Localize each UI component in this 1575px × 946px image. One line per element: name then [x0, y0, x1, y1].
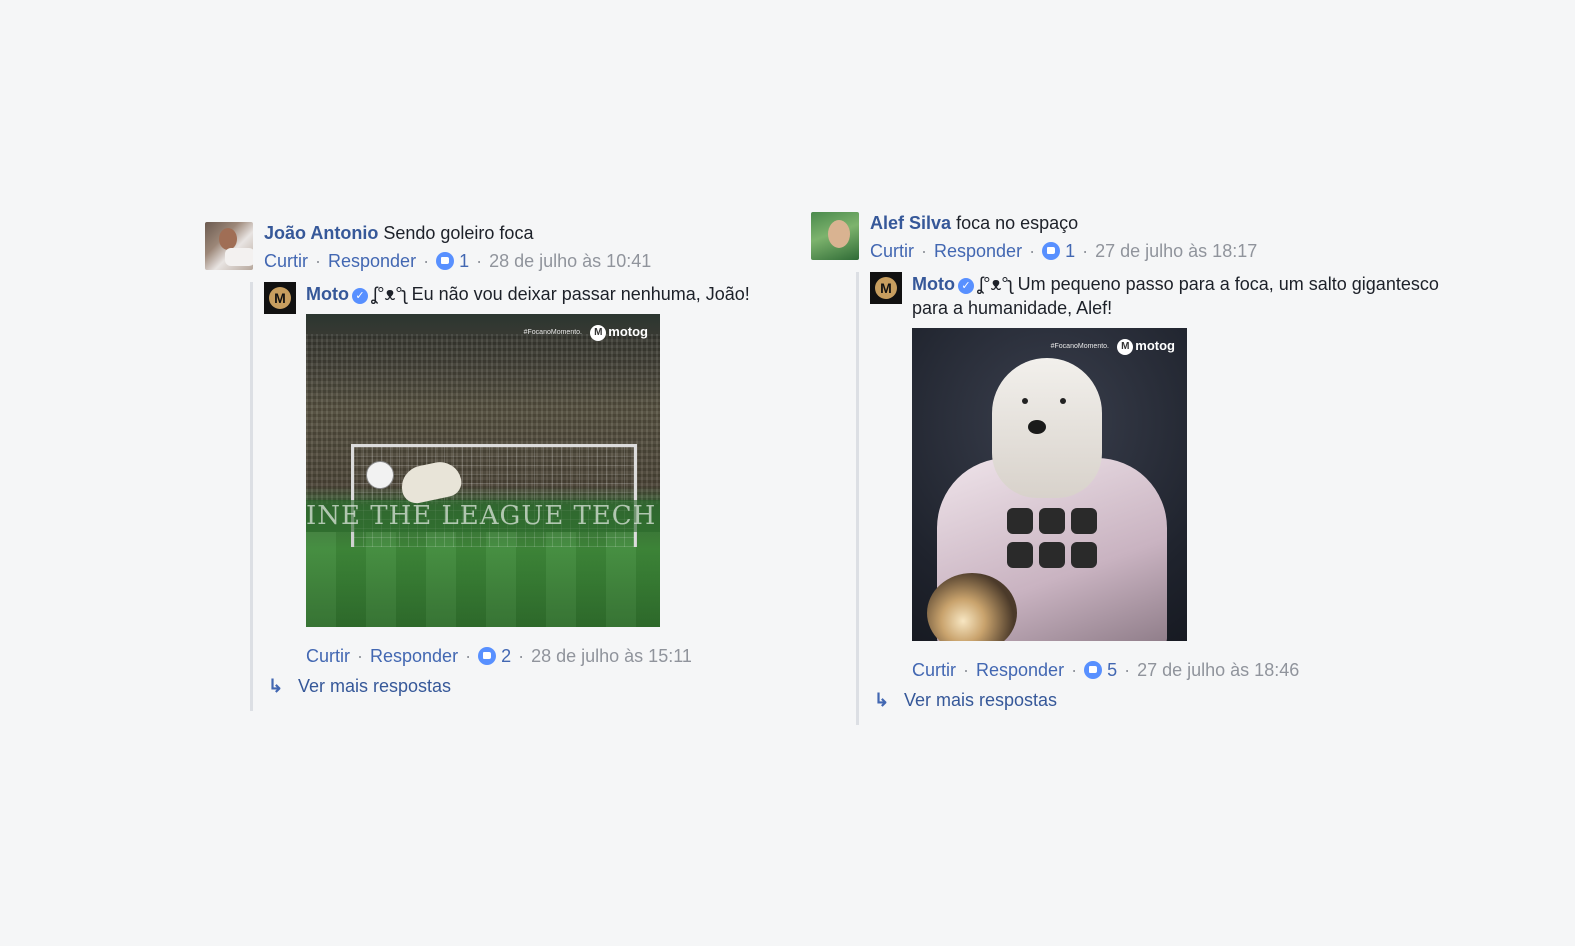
avatar[interactable]: M [264, 282, 296, 314]
comment-author-link[interactable]: Moto [912, 274, 955, 294]
timestamp[interactable]: 27 de julho às 18:46 [1137, 660, 1299, 680]
thumbs-up-icon[interactable] [1042, 242, 1061, 260]
thumbs-up-icon[interactable] [1084, 661, 1103, 679]
comment-text: Sendo goleiro foca [383, 223, 534, 243]
comment: João Antonio Sendo goleiro foca Curtir ·… [205, 222, 780, 272]
comment-text: ʆ°ᴥ°ʅ Um pequeno passo para a foca, um s… [912, 274, 1439, 318]
seal-head [992, 358, 1102, 498]
like-count[interactable]: 1 [459, 251, 469, 271]
photo-hashtag: #FocanoMomento. [1050, 343, 1109, 350]
thumbs-up-icon[interactable] [478, 647, 497, 665]
comment-actions: Curtir · Responder · 5 · 27 de julho às … [912, 660, 1300, 680]
comment: Alef Silva foca no espaço Curtir · Respo… [811, 212, 1491, 262]
photo-watermark: Mmotog [590, 324, 648, 341]
thumbs-up-icon[interactable] [436, 252, 455, 270]
comment-text: foca no espaço [956, 213, 1079, 233]
reply-link[interactable]: Responder [934, 241, 1022, 261]
reply-link[interactable]: Responder [976, 660, 1064, 680]
comment-actions: Curtir · Responder · 1 · 28 de julho às … [264, 251, 652, 271]
verified-check-icon: ✓ [957, 278, 974, 294]
motorola-logo-icon: M [590, 325, 607, 341]
like-link[interactable]: Curtir [306, 646, 350, 666]
motorola-logo-icon: M [1117, 339, 1134, 355]
reply-comment: M Moto ✓ ʆ°ᴥ°ʅ Eu não vou deixar passar ne… [264, 282, 780, 667]
like-count[interactable]: 1 [1065, 241, 1075, 261]
comment-thread: João Antonio Sendo goleiro foca Curtir ·… [205, 222, 780, 711]
comment-photo[interactable]: #FocanoMomento. Mmotog [912, 328, 1187, 641]
comment-actions: Curtir · Responder · 2 · 28 de julho às … [306, 646, 692, 666]
replies-container: M Moto ✓ ʆ°ᴥ°ʅ Um pequeno passo para a foc… [856, 272, 1491, 725]
photo-watermark: Mmotog [1117, 338, 1175, 355]
reply-link[interactable]: Responder [370, 646, 458, 666]
like-count[interactable]: 5 [1107, 660, 1117, 680]
view-more-replies-link[interactable]: ↳ Ver mais respostas [268, 675, 780, 697]
timestamp[interactable]: 28 de julho às 10:41 [489, 251, 651, 271]
view-more-replies-label: Ver mais respostas [904, 690, 1058, 710]
like-link[interactable]: Curtir [870, 241, 914, 261]
comment-photo[interactable]: INE THE LEAGUE TECH SO #FocanoMomento. M… [306, 314, 660, 627]
comment-text: ʆ°ᴥ°ʅ Eu não vou deixar passar nenhuma, … [370, 284, 750, 304]
comment-thread: Alef Silva foca no espaço Curtir · Respo… [811, 212, 1491, 725]
reply-link[interactable]: Responder [328, 251, 416, 271]
photo-hashtag: #FocanoMomento. [523, 329, 582, 336]
motorola-logo-icon: M [269, 287, 291, 309]
like-link[interactable]: Curtir [264, 251, 308, 271]
verified-check-icon: ✓ [351, 288, 368, 304]
comment-actions: Curtir · Responder · 1 · 27 de julho às … [870, 241, 1258, 261]
avatar[interactable] [811, 212, 859, 260]
replies-container: M Moto ✓ ʆ°ᴥ°ʅ Eu não vou deixar passar ne… [250, 282, 780, 711]
watermark-brand: motog [608, 324, 648, 339]
reply-arrow-icon: ↳ [874, 690, 890, 710]
reply-arrow-icon: ↳ [268, 676, 284, 696]
view-more-replies-link[interactable]: ↳ Ver mais respostas [874, 689, 1491, 711]
chest-pack [1007, 508, 1097, 578]
reply-comment: M Moto ✓ ʆ°ᴥ°ʅ Um pequeno passo para a foc… [870, 272, 1491, 681]
comment-author-link[interactable]: João Antonio [264, 223, 378, 243]
view-more-replies-label: Ver mais respostas [298, 676, 452, 696]
timestamp[interactable]: 27 de julho às 18:17 [1095, 241, 1257, 261]
avatar[interactable] [205, 222, 253, 270]
like-count[interactable]: 2 [501, 646, 511, 666]
soccer-ball [366, 461, 394, 489]
watermark-brand: motog [1135, 338, 1175, 353]
motorola-logo-icon: M [875, 277, 897, 299]
comment-author-link[interactable]: Alef Silva [870, 213, 951, 233]
timestamp[interactable]: 28 de julho às 15:11 [531, 646, 692, 666]
avatar[interactable]: M [870, 272, 902, 304]
comment-author-link[interactable]: Moto [306, 284, 349, 304]
stadium-board: INE THE LEAGUE TECH SO [306, 500, 660, 532]
like-link[interactable]: Curtir [912, 660, 956, 680]
